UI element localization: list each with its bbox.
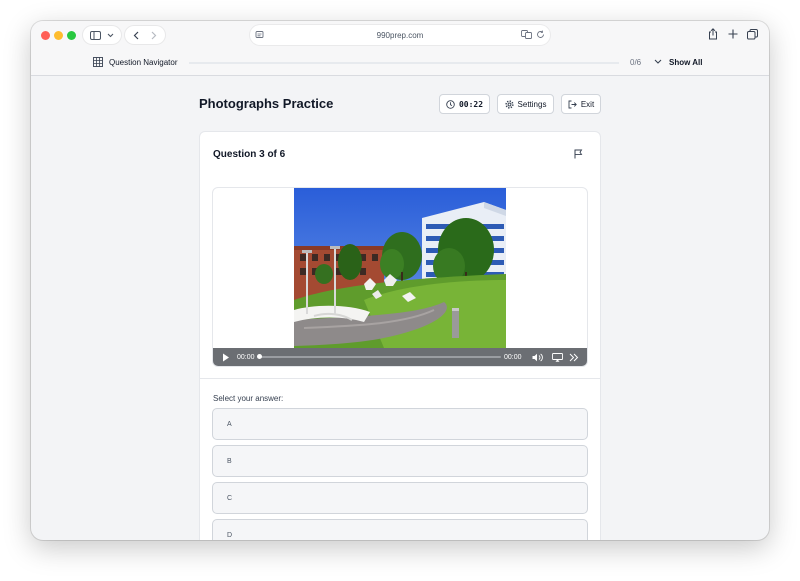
media-container: 00:00 00:00 — [212, 187, 588, 367]
chevron-down-icon[interactable] — [654, 59, 662, 65]
player-seek-bar[interactable] — [259, 356, 501, 358]
option-letter: D — [227, 532, 233, 539]
settings-label: Settings — [517, 99, 547, 109]
timer-value: 00:22 — [458, 99, 484, 109]
volume-icon[interactable] — [532, 353, 544, 362]
back-icon[interactable] — [133, 31, 139, 40]
tabs-icon — [747, 29, 758, 40]
play-icon[interactable] — [222, 353, 230, 362]
page-title: Photographs Practice — [199, 96, 334, 111]
question-card: Question 3 of 6 00:00 00:00 Select your … — [199, 131, 601, 540]
forward-icon[interactable] — [151, 31, 157, 40]
exit-button[interactable]: Exit — [561, 94, 601, 114]
option-letter: A — [227, 421, 232, 428]
grid-icon — [93, 57, 103, 67]
share-icon — [709, 28, 717, 40]
answered-count: 0/6 — [630, 58, 642, 67]
reload-icon[interactable] — [536, 30, 545, 39]
exit-label: Exit — [580, 99, 595, 109]
page-settings-icon[interactable] — [255, 30, 264, 39]
tab-overview-button[interactable] — [747, 29, 758, 40]
timer: 00:22 — [439, 94, 490, 114]
navigator-progress-track — [189, 62, 619, 64]
minimize-window-button[interactable] — [54, 31, 63, 40]
gear-icon — [504, 99, 514, 109]
translate-icon[interactable] — [521, 30, 532, 39]
player-seek-handle[interactable] — [257, 354, 262, 359]
question-navigator-toggle[interactable]: Question Navigator — [93, 57, 177, 67]
address-bar[interactable]: 990prep.com — [250, 25, 550, 45]
show-all-button[interactable]: Show All — [669, 58, 702, 67]
share-button[interactable] — [708, 28, 718, 40]
answer-option-c[interactable]: C — [212, 482, 588, 514]
answer-option-a[interactable]: A — [212, 408, 588, 440]
question-navigator-label: Question Navigator — [109, 57, 178, 67]
sidebar-toggle-button[interactable] — [83, 26, 121, 44]
fullscreen-window-button[interactable] — [67, 31, 76, 40]
select-answer-label: Select your answer: — [213, 394, 284, 403]
browser-window: 990prep.com Question Navigator 0/6 Show … — [31, 21, 769, 540]
settings-button[interactable]: Settings — [497, 94, 554, 114]
airplay-icon[interactable] — [552, 353, 563, 362]
address-url: 990prep.com — [376, 30, 424, 40]
answer-option-d[interactable]: D — [212, 519, 588, 540]
audio-player: 00:00 00:00 — [213, 348, 587, 366]
player-current-time: 00:00 — [237, 354, 255, 361]
history-nav — [125, 26, 165, 44]
answer-option-b[interactable]: B — [212, 445, 588, 477]
option-letter: B — [227, 458, 232, 465]
player-duration: 00:00 — [504, 354, 522, 361]
chevron-down-icon — [107, 33, 114, 37]
title-bar: 990prep.com — [31, 21, 769, 49]
question-navigator-bar: Question Navigator 0/6 Show All — [31, 49, 769, 76]
card-divider — [200, 378, 600, 379]
new-tab-button[interactable] — [728, 29, 738, 39]
question-photo — [294, 188, 506, 348]
plus-icon — [728, 29, 738, 39]
flag-icon[interactable] — [574, 149, 583, 159]
close-window-button[interactable] — [41, 31, 50, 40]
more-controls-icon[interactable] — [569, 353, 579, 362]
exit-icon — [568, 100, 577, 108]
clock-icon — [446, 99, 455, 109]
option-letter: C — [227, 495, 233, 502]
sidebar-icon — [90, 30, 101, 40]
question-title: Question 3 of 6 — [213, 149, 286, 160]
